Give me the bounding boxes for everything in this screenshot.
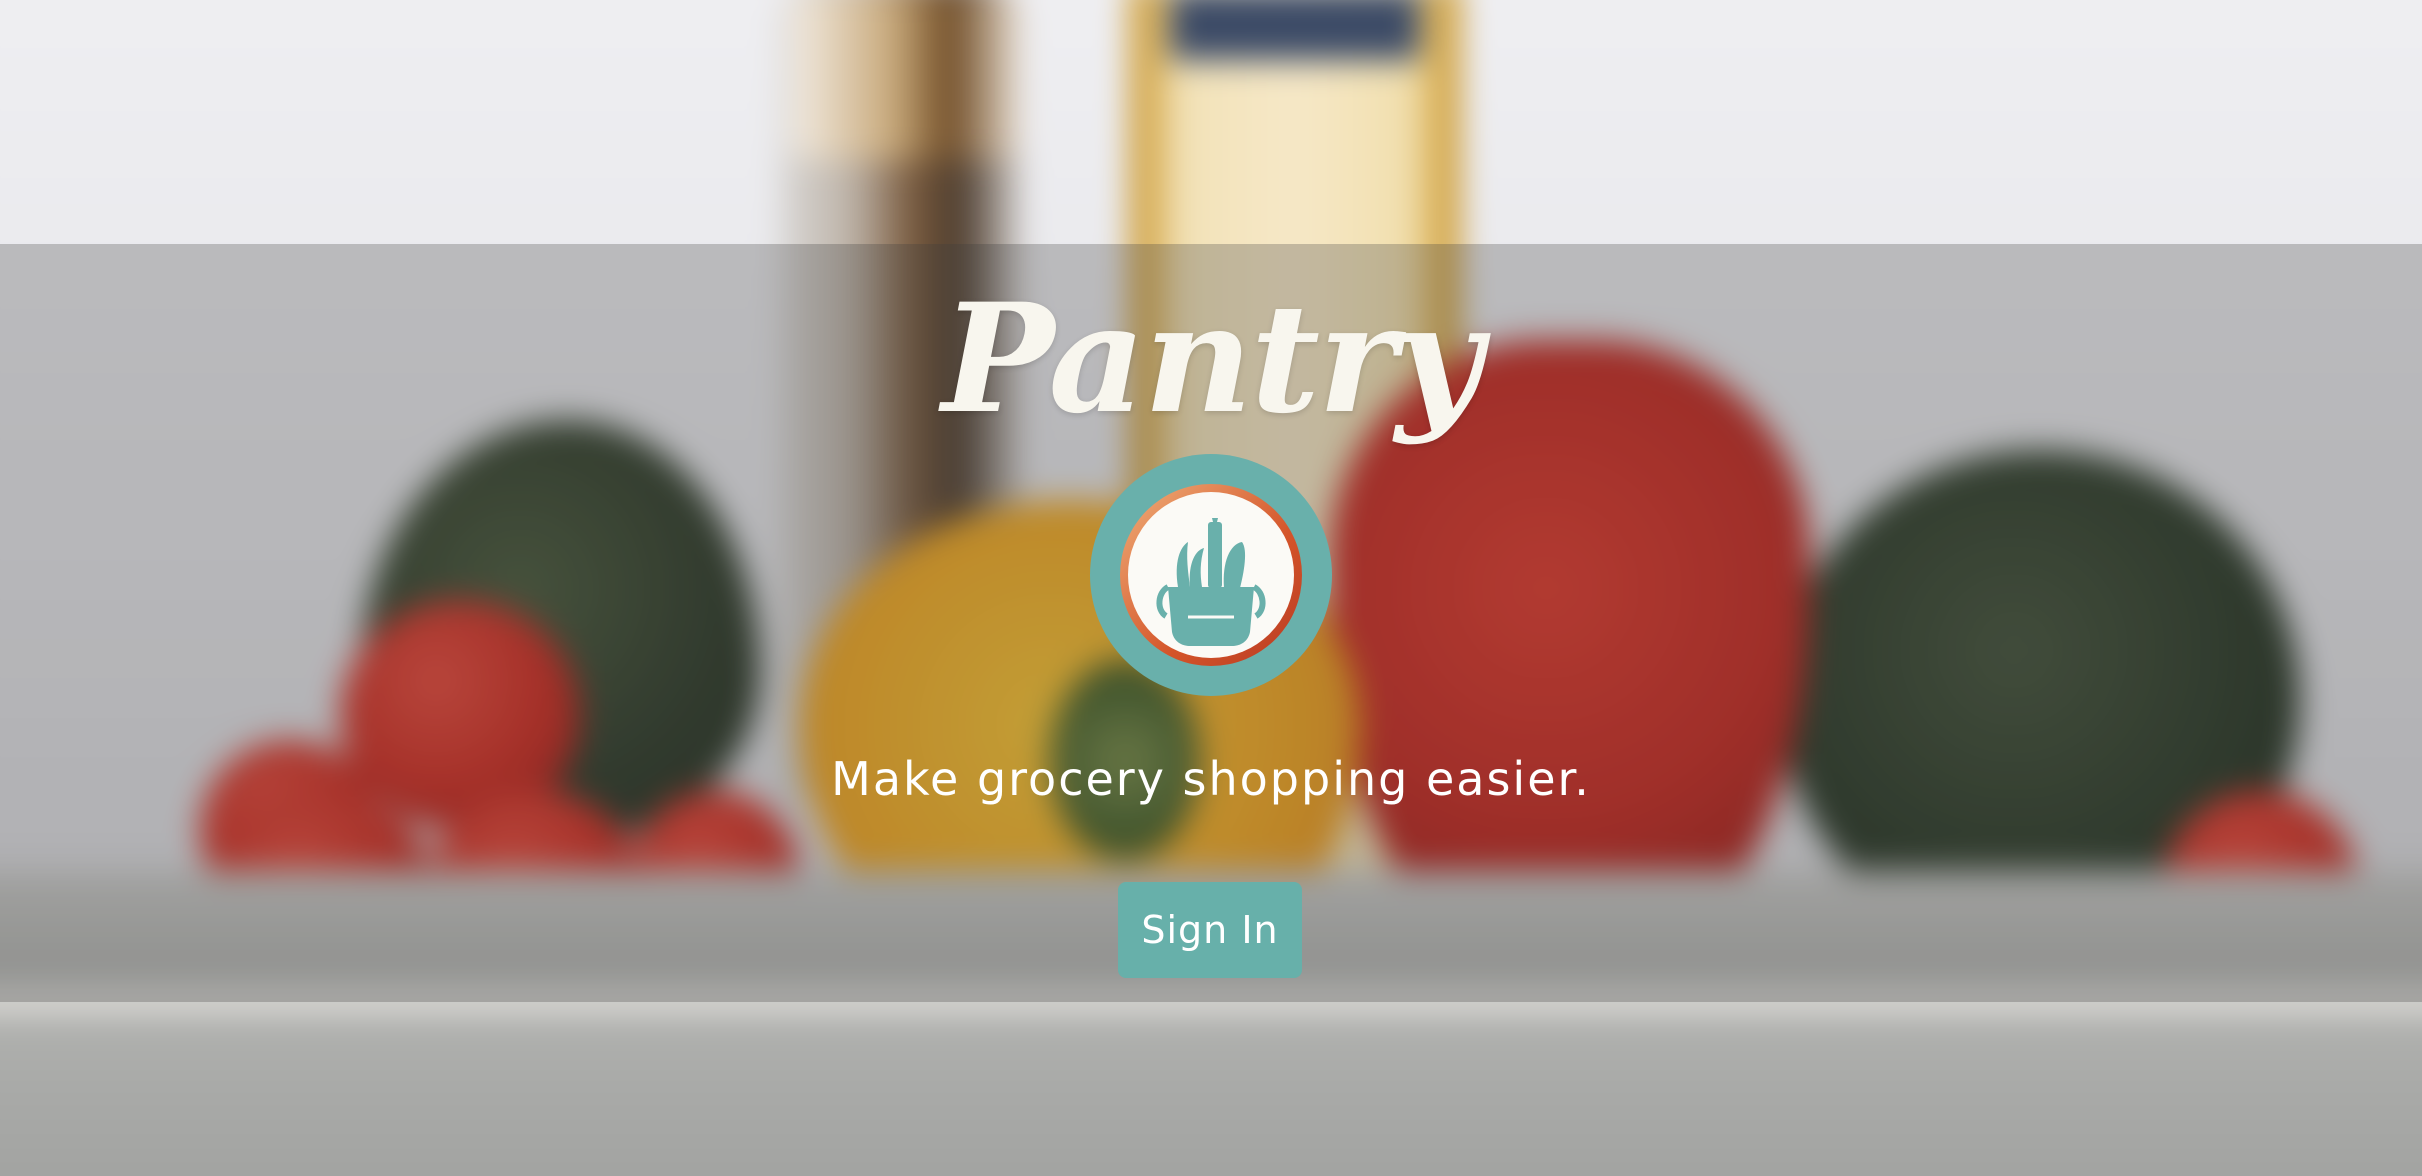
logo-ring [1120, 484, 1302, 666]
brand-title: Pantry [941, 271, 1483, 447]
hero-content: Pantry Make grocery shopping easier. Sig… [0, 244, 2422, 1002]
grocery-bag-icon [1156, 518, 1266, 646]
sign-in-button[interactable]: Sign In [1118, 882, 1302, 978]
landing-page: Pantry Make grocery shopping easier. Sig… [0, 0, 2422, 1176]
pantry-logo [1090, 454, 1332, 696]
tagline: Make grocery shopping easier. [831, 752, 1591, 806]
logo-inner [1128, 492, 1294, 658]
